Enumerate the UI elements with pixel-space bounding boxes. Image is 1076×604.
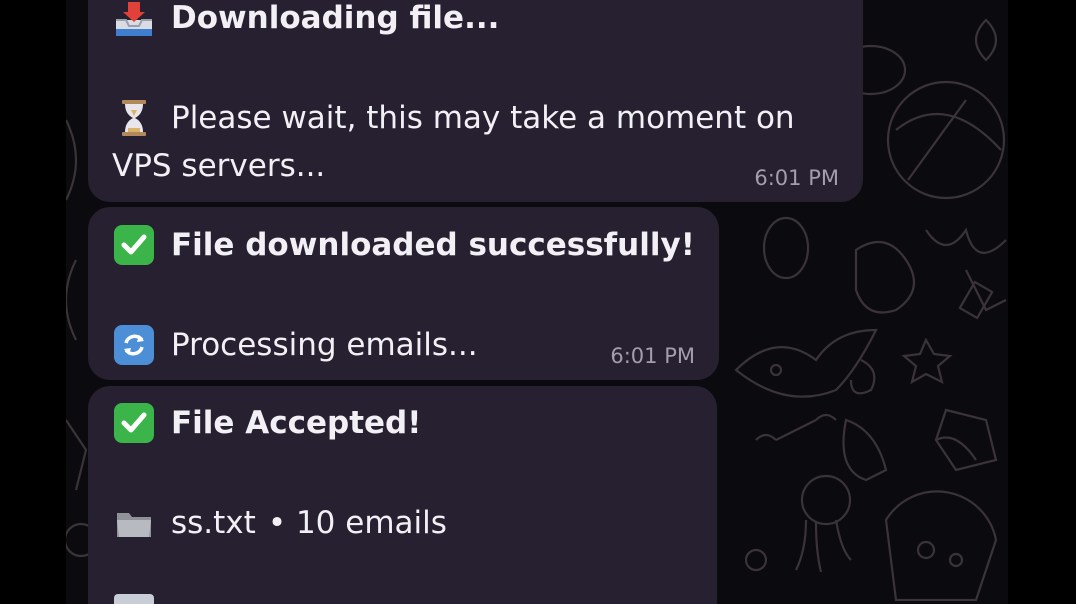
- message-bubble-download[interactable]: Downloading file... Please wait, this ma…: [88, 0, 863, 202]
- message-text: Processing emails...: [171, 327, 478, 363]
- message-line: Downloading file...: [112, 0, 499, 40]
- refresh-icon: [112, 323, 156, 367]
- inbox-tray-icon: [112, 0, 156, 40]
- folder-icon: [112, 501, 156, 545]
- chat-area[interactable]: Downloading file... Please wait, this ma…: [66, 0, 1008, 604]
- message-line: File Accepted!: [112, 401, 421, 445]
- message-line: VPS servers...: [112, 146, 325, 186]
- message-text: File Accepted!: [171, 405, 422, 441]
- screen: Downloading file... Please wait, this ma…: [0, 0, 1076, 604]
- message-text: Please wait, this may take a moment on: [171, 100, 795, 136]
- message-text: File downloaded successfully!: [171, 227, 695, 263]
- message-line: File downloaded successfully!: [112, 223, 695, 267]
- message-text: Downloading file...: [171, 0, 500, 36]
- check-mark-icon: [112, 401, 156, 445]
- document-icon: [114, 594, 154, 604]
- message-line: ss.txt • 10 emails: [112, 501, 447, 545]
- file-name: ss.txt: [171, 505, 256, 541]
- message-bubble-processing[interactable]: File downloaded successfully! Processing…: [88, 207, 719, 380]
- message-timestamp: 6:01 PM: [610, 344, 695, 368]
- check-mark-icon: [112, 223, 156, 267]
- message-bubble-accepted[interactable]: File Accepted! ss.txt • 10 emails: [88, 386, 717, 604]
- message-line: Please wait, this may take a moment on: [112, 96, 795, 140]
- email-count: • 10 emails: [267, 505, 447, 541]
- message-line: Processing emails...: [112, 323, 478, 367]
- message-text: VPS servers...: [112, 148, 326, 184]
- hourglass-icon: [112, 96, 156, 140]
- message-timestamp: 6:01 PM: [754, 166, 839, 190]
